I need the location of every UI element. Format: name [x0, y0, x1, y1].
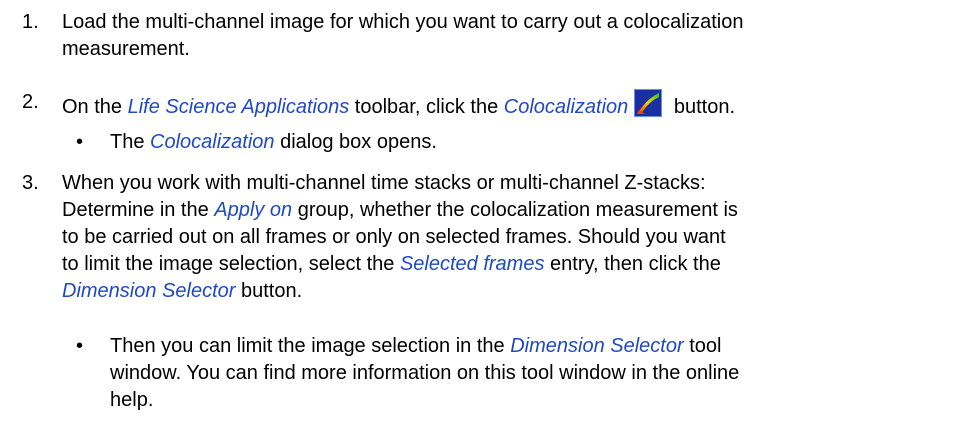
ui-reference-dimension-selector: Dimension Selector [62, 280, 236, 302]
text: The [110, 131, 151, 153]
bullet-line-2: window. You can find more information on… [110, 362, 740, 384]
step-3-line-5: Dimension Selector button. [62, 278, 738, 305]
document-page: 1. Load the multi-channel image for whic… [0, 0, 980, 445]
ui-reference-dimension-selector: Dimension Selector [510, 335, 684, 357]
text: dialog box opens. [274, 131, 437, 153]
text: group, whether the colocalization measur… [292, 199, 738, 221]
text: On the [62, 96, 128, 118]
step-number: 1. [22, 11, 39, 33]
text: button. [668, 96, 735, 118]
bullet-symbol: • [76, 131, 84, 153]
ui-reference-colocalization: Colocalization [150, 131, 275, 153]
step-3-line-4: to limit the image selection, select the… [62, 251, 738, 278]
bullet-text: The Colocalization dialog box opens. [110, 129, 437, 156]
text: Determine in the [62, 199, 215, 221]
step-text: Load the multi-channel image for which y… [62, 9, 743, 63]
step-3-line-3: to be carried out on all frames or only … [62, 226, 726, 248]
colocalization-icon [634, 89, 663, 117]
bullet-line-1: Then you can limit the image selection i… [110, 333, 739, 360]
ui-reference-toolbar: Life Science Applications [127, 96, 350, 118]
step-3-line-2: Determine in the Apply on group, whether… [62, 197, 738, 224]
step-1-line-1: Load the multi-channel image for which y… [62, 11, 744, 33]
text: toolbar, click the [349, 96, 504, 118]
step-number: 3. [22, 172, 39, 194]
text: entry, then click the [544, 253, 721, 275]
step-text: When you work with multi-channel time st… [62, 170, 738, 305]
ui-reference-colocalization: Colocalization [503, 96, 629, 118]
text: tool [683, 335, 722, 357]
bullet-line-3: help. [110, 389, 154, 411]
bullet-symbol: • [76, 335, 84, 357]
step-number: 2. [22, 91, 39, 113]
bullet-text: Then you can limit the image selection i… [110, 333, 739, 414]
step-text: On the Life Science Applications toolbar… [62, 89, 735, 121]
ui-reference-apply-on: Apply on [214, 199, 293, 221]
text: Then you can limit the image selection i… [110, 335, 511, 357]
step-1-line-2: measurement. [62, 38, 190, 60]
text: button. [235, 280, 303, 302]
ui-reference-selected-frames: Selected frames [399, 253, 545, 275]
text: to limit the image selection, select the [62, 253, 400, 275]
step-3-line-1: When you work with multi-channel time st… [62, 172, 706, 194]
